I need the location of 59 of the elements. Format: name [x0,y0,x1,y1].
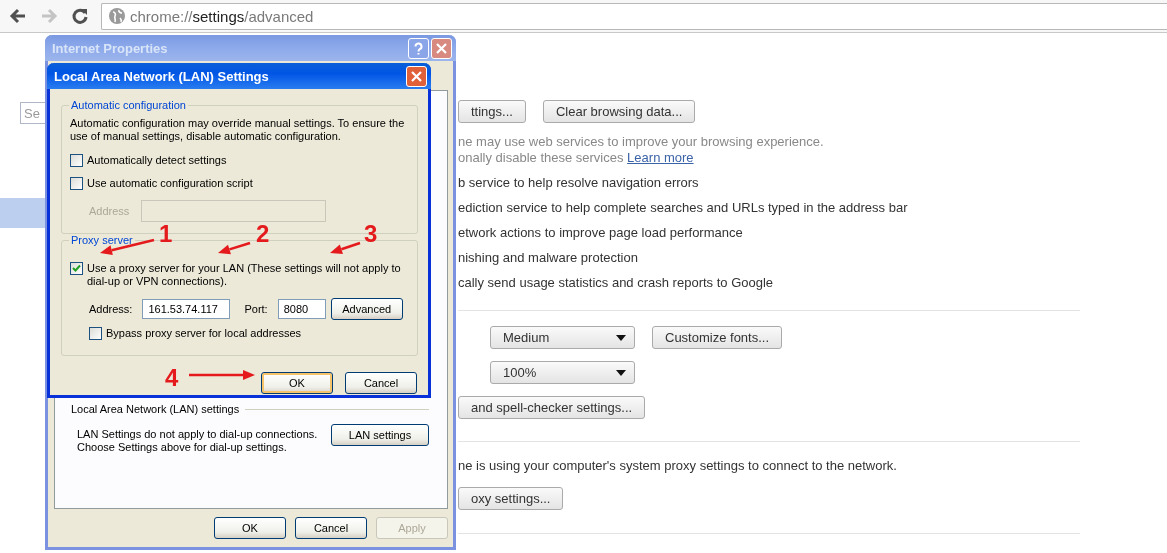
checkbox-label: Use automatic configuration script [87,177,253,190]
group-title: Automatic configuration [70,99,187,111]
description-text: LAN Settings do not apply to dial-up connections. Choose Settings above for dial-up settings. [77,427,318,454]
address-field[interactable] [141,200,327,222]
annotation-number: 3 [364,220,378,247]
option-label: nishing and malware protection [458,249,639,267]
close-icon [410,69,423,83]
description-text: Automatic configuration may override manual settings. To ensure the use of manual settings, disable automatic configuration. [70,117,406,143]
group-title: Local Area Network (LAN) settings [71,403,240,415]
checkbox[interactable] [70,262,83,275]
description-text: ne may use web services to improve your browsing experience. onally disable these services Learn more [458,134,825,166]
advanced-button[interactable]: Advanced [330,298,403,320]
option-label: cally send usage statistics and crash reports to Google [458,274,775,292]
checkbox-label: Automatically detect settings [87,154,227,167]
port-field[interactable]: 8080 [277,299,326,319]
url-text: chrome://settings/advanced [130,7,314,25]
field-label: Address: [89,303,133,315]
learn-more-link[interactable]: Learn more [627,150,694,165]
field-label: Port: [244,303,268,315]
field-label: Address [89,205,130,217]
caret-icon [616,334,626,341]
dialog-button[interactable]: Cancel [345,372,417,394]
annotation-number: 4 [165,364,179,391]
window-title: Internet Properties [52,40,169,56]
annotation-arrow [330,241,361,254]
question-mark-icon [412,41,425,55]
reload-icon [71,7,89,25]
address-bar[interactable]: chrome://settings/advanced [101,2,1167,30]
annotation-number: 2 [256,220,270,247]
close-button[interactable] [406,65,427,87]
settings-button[interactable]: oxy settings... [458,487,564,510]
settings-button[interactable]: and spell-checker settings... [458,396,646,419]
back-arrow-icon [9,7,27,25]
checkbox-label: Bypass proxy server for local addresses [106,327,302,340]
settings-button[interactable]: Clear browsing data... [542,100,696,123]
checkbox[interactable] [70,154,83,167]
address-field[interactable]: 161.53.74.117 [142,299,231,319]
checkbox[interactable] [70,177,83,190]
settings-button[interactable]: Customize fonts... [652,326,783,349]
option-label: b service to help resolve navigation errors [458,174,700,192]
annotation-number: 1 [159,220,173,247]
forward-arrow-icon [40,7,58,25]
group-title: Proxy server [70,234,134,246]
dropdown[interactable]: Medium [490,326,635,349]
settings-button[interactable]: ttings... [458,100,526,123]
checkbox[interactable] [89,327,102,340]
annotation-arrow [189,370,255,380]
window-title: Local Area Network (LAN) Settings [54,68,270,84]
caret-icon [616,369,626,376]
checkbox-label: Use a proxy server for your LAN (These settings will not apply to dial-up or VPN connections). [87,262,402,288]
description-text: ne is using your computer's system proxy settings to connect to the network. [458,458,898,474]
annotation-arrow [100,238,155,256]
option-label: etwork actions to improve page load performance [458,224,744,242]
close-icon [435,41,448,55]
annotation-arrow [218,241,251,255]
option-label: ediction service to help complete searches and URLs typed in the address bar [458,199,909,217]
globe-icon [108,7,126,25]
dropdown[interactable]: 100% [490,361,635,384]
dialog-button[interactable]: OK [261,372,333,394]
